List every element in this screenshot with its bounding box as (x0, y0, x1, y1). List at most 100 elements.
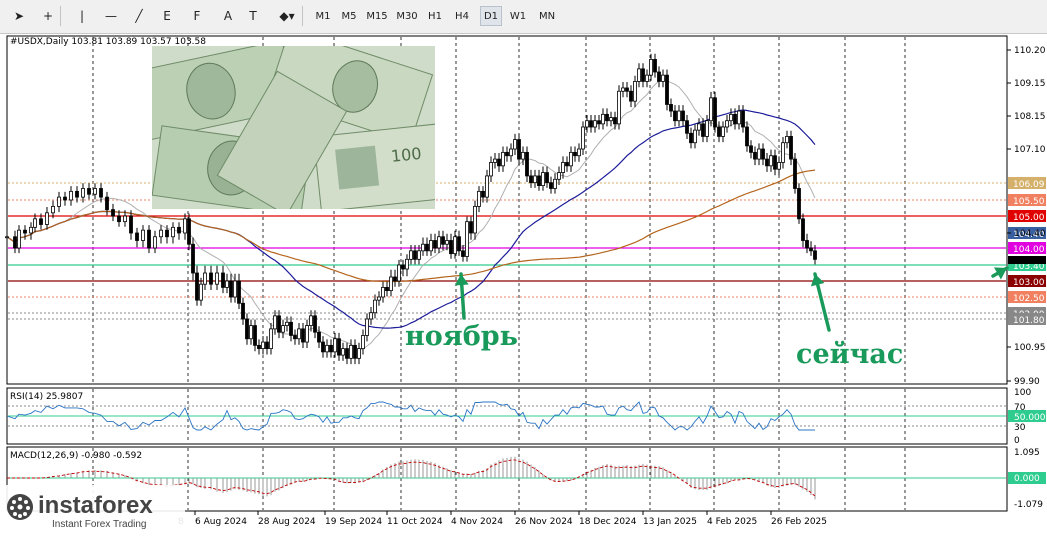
candle-body (17, 229, 21, 249)
candle-body (171, 226, 175, 238)
candle-body (777, 162, 781, 170)
current-price-tag (1008, 256, 1046, 264)
candle-body (709, 97, 713, 122)
candle-body (469, 221, 473, 234)
vertical-line-button[interactable]: | (72, 6, 92, 26)
candle-body (111, 209, 115, 217)
cursor-tool-button[interactable]: ➤ (8, 6, 30, 26)
candle-body (497, 158, 501, 167)
candle-body (417, 250, 421, 260)
candle-body (473, 205, 477, 234)
macd-tick-label: -1.079 (1014, 500, 1043, 510)
candle-body (521, 151, 525, 160)
annotation-now: сейчас (796, 339, 903, 370)
time-tick-label: 28 Aug 2024 (258, 517, 316, 527)
candle-body (617, 90, 621, 125)
time-tick-label: 11 Oct 2024 (387, 517, 443, 527)
horizontal-line-button[interactable]: — (100, 6, 122, 26)
candle-body (337, 338, 341, 356)
candle-body (625, 87, 629, 92)
candle-body (187, 218, 191, 245)
timeframe-d1[interactable]: D1 (480, 6, 502, 26)
candle-body (501, 151, 505, 167)
crosshair-tool-button[interactable]: + (36, 6, 60, 26)
price-tick-label: 108.15 (1014, 112, 1046, 122)
candle-body (733, 113, 737, 125)
candle-body (273, 315, 277, 330)
candle-body (629, 90, 633, 102)
candle-body (261, 341, 265, 350)
candle-body (233, 280, 237, 298)
timeframe-m30[interactable]: M30 (394, 6, 420, 26)
candle-body (781, 142, 785, 163)
macd-tick-label: 1.095 (1014, 448, 1040, 458)
candle-body (325, 344, 329, 353)
logo-tagline: Instant Forex Trading (52, 519, 147, 530)
annotation-november: ноябрь (405, 321, 518, 352)
candle-body (609, 117, 613, 122)
candle-body (341, 348, 345, 356)
candle-body (33, 218, 37, 228)
candle-body (87, 188, 91, 195)
price-tick-label: 104.40 (1014, 229, 1046, 239)
price-tick-label: 110.20 (1014, 46, 1046, 56)
candle-body (421, 243, 425, 252)
candle-body (573, 151, 577, 157)
candle-body (249, 325, 253, 340)
macd-tick-label: 0.000 (1014, 474, 1040, 484)
candle-body (285, 321, 289, 326)
candle-body (621, 87, 625, 92)
candle-body (561, 162, 565, 173)
svg-text:100: 100 (390, 144, 422, 166)
timeframe-m1[interactable]: M1 (312, 6, 334, 26)
candle-body (813, 250, 817, 260)
time-tick-label: 19 Sep 2024 (325, 517, 382, 527)
timeframe-h1[interactable]: H1 (424, 6, 446, 26)
candle-body (129, 215, 133, 234)
candle-body (773, 155, 777, 170)
candle-body (209, 272, 213, 285)
timeframe-h4[interactable]: H4 (450, 6, 474, 26)
candle-body (29, 226, 33, 234)
candle-body (441, 236, 445, 245)
candle-body (809, 247, 813, 252)
timeframe-w1[interactable]: W1 (506, 6, 530, 26)
candle-body (23, 229, 27, 234)
cursor-icon: ➤ (13, 9, 25, 23)
candle-body (481, 190, 485, 198)
candle-body (51, 205, 55, 214)
candle-body (645, 74, 649, 82)
timeframe-m5[interactable]: M5 (338, 6, 360, 26)
rsi-tick-label: 100 (1014, 388, 1031, 398)
candle-body (281, 325, 285, 333)
candle-body (397, 264, 401, 282)
candle-body (99, 188, 103, 198)
candle-body (637, 68, 641, 82)
candle-body (485, 175, 489, 198)
candle-body (517, 139, 521, 160)
candle-body (221, 272, 225, 288)
candle-body (465, 221, 469, 257)
candle-body (183, 218, 187, 234)
fibonacci-button[interactable]: F (186, 6, 208, 26)
text-label-button[interactable]: T (242, 6, 264, 26)
candle-body (677, 110, 681, 122)
candle-body (329, 344, 333, 353)
candle-body (361, 335, 365, 350)
trendline-button[interactable]: ╱ (128, 6, 150, 26)
candle-body (265, 341, 269, 350)
timeframe-m15[interactable]: M15 (364, 6, 390, 26)
rsi-tick-label: 0 (1014, 436, 1020, 446)
shapes-menu-button[interactable]: ◆▾ (272, 6, 302, 26)
time-tick-label: 4 Feb 2025 (707, 517, 757, 527)
candle-body (229, 280, 233, 298)
candle-body (633, 81, 637, 102)
candle-body (57, 196, 61, 207)
timeframe-mn[interactable]: MN (534, 6, 560, 26)
candle-body (159, 229, 163, 238)
text-tool-button[interactable]: A (218, 6, 238, 26)
equidistant-channel-button[interactable]: E (156, 6, 178, 26)
candle-body (165, 229, 169, 238)
candle-body (565, 162, 569, 167)
candle-body (513, 139, 517, 150)
